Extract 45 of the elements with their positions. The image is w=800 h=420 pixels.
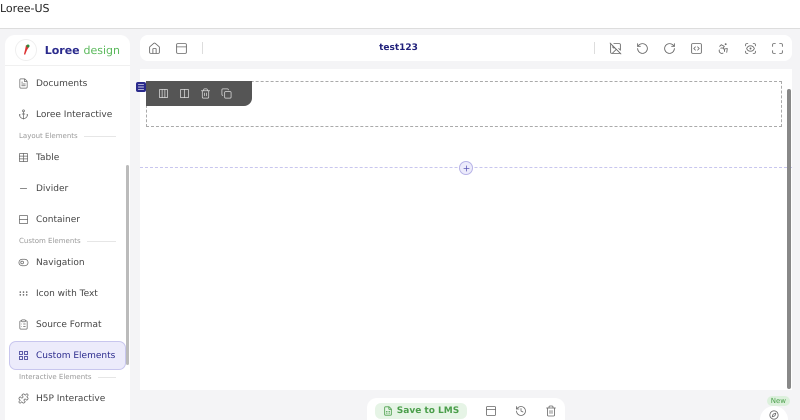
- sidebar-item[interactable]: Icon with Text: [9, 279, 126, 308]
- sidebar-item[interactable]: Documents: [9, 69, 126, 98]
- compass-icon: [769, 410, 779, 420]
- sidebar-item[interactable]: Loree Interactive: [9, 100, 126, 129]
- sidebar-item[interactable]: Source Format: [9, 310, 126, 339]
- document-title: test123: [378, 43, 419, 53]
- delete-icon[interactable]: [545, 404, 558, 416]
- grid-icon: [18, 350, 29, 361]
- plus-icon: [462, 164, 470, 172]
- puzzle-icon: [18, 393, 29, 404]
- sidebar-item[interactable]: H5P Interactive: [9, 384, 126, 413]
- fullscreen-icon[interactable]: [771, 42, 784, 54]
- document-icon: [18, 78, 29, 89]
- sidebar-item[interactable]: Custom Elements: [9, 341, 126, 370]
- logo-icon: [15, 39, 37, 61]
- redo-icon[interactable]: [663, 42, 676, 54]
- scrollbar[interactable]: [126, 165, 129, 365]
- history-icon[interactable]: [515, 404, 528, 416]
- copy-icon[interactable]: [221, 88, 232, 99]
- delete-icon[interactable]: [200, 88, 211, 99]
- code-icon[interactable]: [690, 42, 703, 54]
- preview-icon[interactable]: [744, 42, 757, 54]
- container-icon: [18, 214, 29, 225]
- clipboard-icon: [18, 319, 29, 330]
- sidebar-item[interactable]: Table: [9, 143, 126, 172]
- sidebar-item[interactable]: Navigation: [9, 248, 126, 277]
- menu-icon[interactable]: [136, 82, 146, 92]
- template-icon[interactable]: [485, 404, 498, 416]
- sidebar-item[interactable]: Container: [9, 205, 126, 234]
- undo-icon[interactable]: [636, 42, 649, 54]
- home-icon[interactable]: [148, 42, 161, 54]
- table-icon: [18, 152, 29, 163]
- toggle-icon: [18, 257, 29, 268]
- whats-new-button[interactable]: [760, 406, 788, 420]
- template-icon[interactable]: [175, 42, 188, 54]
- accessibility-icon[interactable]: [717, 42, 730, 54]
- window-title: Loree-US: [0, 2, 50, 15]
- scrollbar[interactable]: [787, 89, 791, 389]
- brand-name: Loree design: [44, 44, 120, 56]
- columns-icon[interactable]: [158, 88, 169, 99]
- anchor-icon: [18, 109, 29, 120]
- sidebar-item[interactable]: Divider: [9, 174, 126, 203]
- image-off-icon[interactable]: [609, 42, 622, 54]
- add-button[interactable]: [459, 161, 473, 175]
- spreadsheet-icon: [382, 406, 393, 416]
